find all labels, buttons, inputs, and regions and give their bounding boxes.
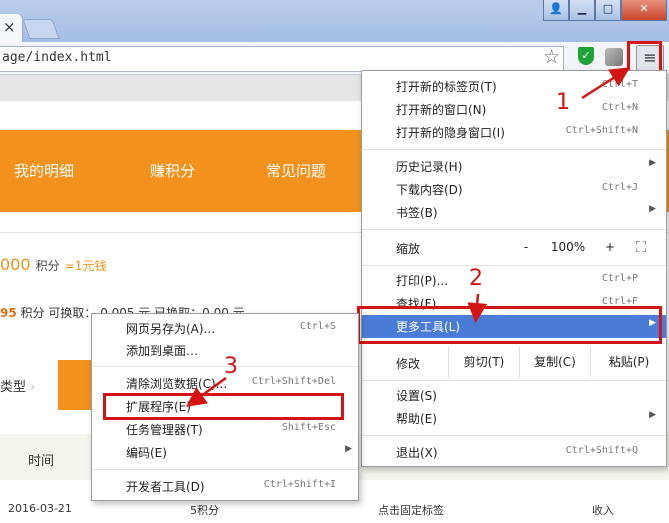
menu-separator [362,265,666,266]
menu-item-new-tab[interactable]: 打开新的标签页(T) Ctrl+T [362,75,666,98]
submenu-item-label: 开发者工具(D) [126,480,205,494]
submenu-item-save-page[interactable]: 网页另存为(A)... Ctrl+S [92,317,358,339]
copy-button[interactable]: 复制(C) [519,347,590,377]
balance-unit: 积分 [35,259,60,273]
submenu-item-shortcut: Shift+Esc [281,422,336,433]
type-filter-label[interactable]: 类型 › [0,376,35,395]
annotation-step-1: 1 [556,90,570,115]
balance-equivalent: =1元钱 [64,259,107,273]
menu-item-shortcut: Ctrl+J [601,182,638,193]
menu-separator [362,229,666,230]
menu-item-help[interactable]: 帮助(E) ▶ [362,407,666,430]
menu-item-shortcut: Ctrl+P [601,273,638,284]
tab-close-icon[interactable]: × [3,18,16,36]
submenu-arrow-icon: ▶ [649,158,656,168]
menu-item-new-window[interactable]: 打开新的窗口(N) Ctrl+N [362,98,666,121]
menu-item-shortcut: Ctrl+Shift+Q [565,445,638,456]
menu-item-new-incognito[interactable]: 打开新的隐身窗口(I) Ctrl+Shift+N [362,121,666,144]
fullscreen-icon[interactable]: ⛶ [624,232,658,262]
menu-item-history[interactable]: 历史记录(H) ▶ [362,155,666,178]
zoom-out-button[interactable]: - [512,232,540,262]
row-description: 点击固定标签 [378,504,444,517]
extension-icon[interactable] [605,48,623,66]
url-text[interactable]: age/index.html [2,50,112,65]
menu-zoom-row: 缩放 - 100% + ⛶ [362,232,666,262]
nav-item-details[interactable]: 我的明细 [14,160,74,181]
menu-item-label: 历史记录(H) [396,160,463,174]
row-points: 5积分 [190,504,219,517]
minimize-button[interactable]: ▁ [569,0,595,21]
user-icon[interactable]: 👤 [543,0,569,21]
submenu-item-label: 任务管理器(T) [126,423,203,437]
nav-item-faq[interactable]: 常见问题 [266,160,326,181]
zoom-level: 100% [550,240,586,254]
submenu-item-label: 网页另存为(A)... [126,322,216,336]
menu-item-label: 帮助(E) [396,412,437,426]
menu-item-settings[interactable]: 设置(S) [362,384,666,407]
menu-item-shortcut: Ctrl+Shift+N [565,125,638,136]
submenu-item-task-manager[interactable]: 任务管理器(T) Shift+Esc [92,418,358,440]
submenu-item-shortcut: Ctrl+S [299,321,336,332]
menu-item-print[interactable]: 打印(P)... Ctrl+P [362,269,666,292]
submenu-item-shortcut: Ctrl+Shift+I [263,479,336,490]
zoom-label: 缩放 [396,242,421,256]
submenu-arrow-icon: ▶ [345,444,352,454]
submenu-item-devtools[interactable]: 开发者工具(D) Ctrl+Shift+I [92,475,358,497]
menu-separator [362,435,666,436]
annotation-step-2: 2 [469,266,483,291]
submenu-item-shortcut: Ctrl+Shift+Del [251,376,336,387]
browser-main-menu: 打开新的标签页(T) Ctrl+T 打开新的窗口(N) Ctrl+N 打开新的隐… [361,70,667,467]
type-label-text: 类型 [0,380,27,395]
menu-item-label: 设置(S) [396,389,437,403]
close-window-button[interactable]: ✕ [621,0,667,21]
highlight-box-more-tools [357,306,662,344]
maximize-button[interactable]: □ [595,0,621,21]
row-type: 收入 [592,504,614,517]
submenu-item-label: 添加到桌面… [126,344,199,358]
balance-number: 000 [0,255,31,274]
points-balance: 000 积分 =1元钱 [0,255,106,274]
menu-item-label: 退出(X) [396,446,438,460]
menu-separator [362,149,666,150]
menu-item-label: 下载内容(D) [396,183,463,197]
menu-edit-row: 修改 剪切(T) 复制(C) 粘贴(P) [362,347,666,377]
exchange-label: 积分 可换取： [20,306,97,320]
cut-button[interactable]: 剪切(T) [448,347,519,377]
menu-separator [362,380,666,381]
menu-item-shortcut: Ctrl+T [601,79,638,90]
menu-separator [92,469,358,470]
submenu-arrow-icon: ▶ [649,410,656,420]
menu-item-label: 打开新的隐身窗口(I) [396,126,505,140]
menu-item-label: 打印(P)... [396,274,449,288]
submenu-item-encoding[interactable]: 编码(E) ▶ [92,441,358,463]
submenu-item-label: 编码(E) [126,446,167,460]
menu-item-shortcut: Ctrl+N [601,102,638,113]
nav-item-earn-points[interactable]: 赚积分 [150,160,195,181]
submenu-item-label: 清除浏览数据(C)... [126,377,228,391]
menu-item-label: 打开新的标签页(T) [396,80,497,94]
column-header-time: 时间 [28,454,55,469]
row-date: 2016-03-21 [8,502,72,515]
highlight-box-extensions [103,393,344,420]
menu-item-bookmarks[interactable]: 书签(B) ▶ [362,201,666,224]
zoom-in-button[interactable]: + [596,232,624,262]
submenu-arrow-icon: ▶ [649,204,656,214]
edit-label: 修改 [396,357,421,371]
star-icon[interactable]: ☆ [543,46,560,68]
menu-item-label: 打开新的窗口(N) [396,103,487,117]
shield-icon[interactable]: ✓ [578,47,594,65]
exchange-points: 95 [0,306,17,320]
menu-item-exit[interactable]: 退出(X) Ctrl+Shift+Q [362,441,666,464]
paste-button[interactable]: 粘贴(P) [590,347,667,377]
annotation-step-3: 3 [224,354,238,379]
menu-item-label: 书签(B) [396,206,438,220]
menu-item-downloads[interactable]: 下载内容(D) Ctrl+J [362,178,666,201]
